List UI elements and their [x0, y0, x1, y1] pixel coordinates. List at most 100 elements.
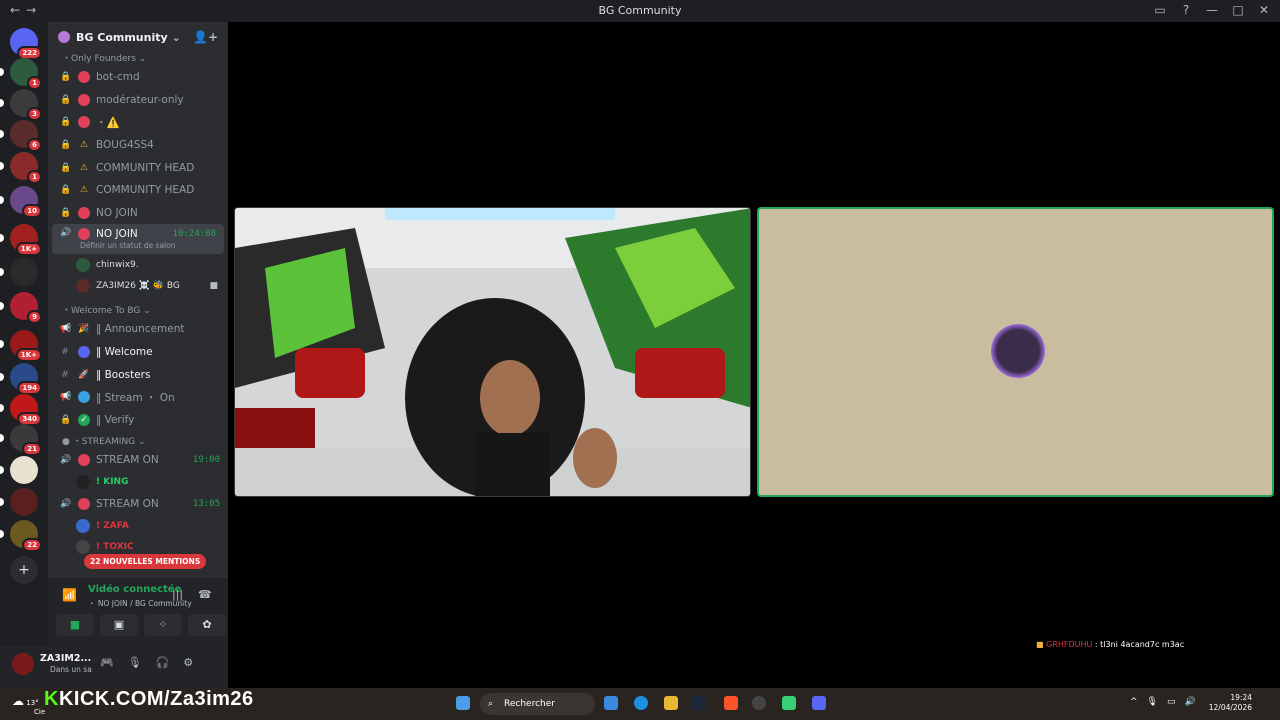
lock-icon: 🔒 — [60, 414, 72, 425]
channel-stream-on[interactable]: 📢 ‖ Stream ・ On — [48, 386, 228, 409]
megaphone-icon: 📢 — [60, 392, 72, 403]
home-button[interactable]: 222 — [10, 28, 42, 60]
unread-pill — [0, 530, 4, 538]
folder-icon[interactable] — [664, 696, 678, 710]
channel-community-head-2[interactable]: 🔒 ⚠ COMMUNITY HEAD — [48, 179, 228, 202]
category-streaming[interactable]: ● ・STREAMING ⌄ — [48, 435, 228, 449]
gamepad-icon[interactable]: 🎮 — [100, 656, 114, 669]
voice-user-chinwix[interactable]: chinwix9. — [48, 254, 228, 275]
voice-user-king[interactable]: ! KING — [48, 472, 228, 493]
channel-moderateur-only[interactable]: 🔒 modérateur-only — [48, 89, 228, 112]
clock[interactable]: 19:24 12/04/2026 — [1209, 693, 1252, 713]
stream-video-frame — [235, 208, 750, 496]
minimize-icon[interactable]: — — [1206, 3, 1218, 17]
voice-status[interactable]: Vidéo connectée — [88, 584, 181, 595]
disconnect-icon[interactable]: ☎ — [198, 588, 212, 601]
volume-icon[interactable]: 🔊 — [1185, 697, 1196, 707]
guild-header[interactable]: BG Community ⌄ 👤+ — [48, 22, 228, 52]
maximize-icon[interactable]: □ — [1232, 3, 1244, 17]
hash-icon: # — [61, 347, 69, 358]
unread-pill — [0, 268, 4, 276]
user-avatar[interactable] — [12, 653, 34, 675]
server-icon[interactable]: 194 — [0, 363, 42, 395]
steam-icon[interactable] — [692, 696, 706, 710]
channel-boug4ss4[interactable]: 🔒 ⚠ BOUG4SS4 — [48, 134, 228, 157]
video-tile-stream[interactable] — [234, 207, 751, 497]
activities-icon[interactable]: ⁘ — [144, 614, 182, 636]
server-icon[interactable]: 6 — [0, 120, 42, 152]
server-icon[interactable]: 9 — [0, 292, 42, 324]
channel-announcement[interactable]: 📢 🎉 ‖ Announcement — [48, 318, 228, 341]
server-icon[interactable] — [0, 456, 38, 484]
user-controls: 🎮 🎙 🎧 ⚙ — [100, 656, 193, 669]
channel-status-hint[interactable]: Définir un statut de salon — [80, 241, 175, 250]
xbox-icon[interactable] — [752, 696, 766, 710]
screen-share-icon[interactable]: ▣ — [100, 614, 138, 636]
weather-widget[interactable]: ☁ 13° Cie — [12, 694, 45, 716]
server-icon[interactable]: 3 — [0, 89, 42, 121]
display-icon[interactable]: ▭ — [1167, 697, 1176, 707]
check-icon: ✓ — [78, 413, 90, 426]
system-tray: ^ 🎙 ▭ 🔊 — [1130, 697, 1196, 707]
channel-verify[interactable]: 🔒 ✓ ‖ Verify — [48, 409, 228, 432]
voice-user-zafa[interactable]: ! ZAFA — [48, 515, 228, 536]
user-name[interactable]: ZA3IM2... — [40, 653, 91, 664]
server-icon[interactable]: 340 — [0, 394, 42, 426]
server-icon[interactable] — [0, 488, 38, 516]
channel-stream-on-1[interactable]: 🔊 STREAM ON 19:00 — [48, 449, 228, 472]
add-server-button[interactable]: + — [10, 556, 38, 584]
windows-start-icon[interactable] — [456, 696, 470, 710]
add-member-icon[interactable]: 👤+ — [193, 30, 218, 44]
new-mentions-pill[interactable]: 22 NOUVELLES MENTIONS — [84, 554, 207, 569]
no-entry-icon — [78, 71, 90, 84]
noise-suppression-icon[interactable]: ||| — [172, 588, 183, 601]
server-badge: 194 — [17, 381, 42, 395]
server-icon[interactable]: 1 — [0, 152, 42, 184]
server-icon[interactable]: 22 — [0, 520, 42, 552]
channel-bot-cmd[interactable]: 🔒 bot-cmd — [48, 66, 228, 89]
cloud-icon: ☁ — [12, 694, 24, 708]
taskbar-search[interactable]: ⌕ Rechercher — [480, 693, 595, 715]
close-icon[interactable]: ✕ — [1258, 3, 1270, 17]
soundboard-icon[interactable]: ✿ — [188, 614, 226, 636]
channel-stream-on-2[interactable]: 🔊 STREAM ON 13:05 — [48, 493, 228, 516]
no-entry-icon — [78, 93, 90, 106]
camera-icon[interactable]: ■ — [56, 614, 94, 636]
channel-no-join-active[interactable]: 🔊 NO JOIN 10:24:08 Définir un statut de s… — [52, 224, 224, 255]
video-tile-camera-off[interactable] — [757, 207, 1274, 497]
voice-user-za3im26[interactable]: ZA3IM26 ☠️ 🐝 BG ■ — [48, 275, 228, 296]
prohibited-icon — [78, 206, 90, 219]
server-icon[interactable]: 1 — [0, 58, 42, 90]
channel-welcome[interactable]: # ‖ Welcome — [48, 341, 228, 364]
edge-icon[interactable] — [634, 696, 648, 710]
gear-icon[interactable]: ⚙ — [183, 656, 193, 669]
headphones-icon[interactable]: 🎧 — [156, 656, 170, 669]
server-icon[interactable]: 1K+ — [0, 330, 42, 362]
microphone-icon[interactable]: 🎙 — [128, 656, 142, 669]
window-controls: ▭ ? — □ ✕ — [1154, 3, 1270, 17]
app-icon[interactable] — [782, 696, 796, 710]
chevron-up-icon[interactable]: ^ — [1130, 697, 1138, 707]
server-icon[interactable]: 10 — [0, 186, 42, 218]
channel-no-join[interactable]: 🔒 NO JOIN — [48, 202, 228, 225]
channel-community-head[interactable]: 🔒 ⚠ COMMUNITY HEAD — [48, 156, 228, 179]
server-icon[interactable]: 21 — [0, 424, 42, 456]
brave-icon[interactable] — [724, 696, 738, 710]
category-founders[interactable]: ・Only Founders ⌄ — [48, 52, 228, 66]
unread-pill — [0, 99, 4, 107]
help-icon[interactable]: ? — [1180, 3, 1192, 17]
video-stage: ■ GRHFDUHU : tl3ni 4acand7c m3ac — [228, 22, 1280, 688]
avatar — [76, 518, 90, 533]
server-badge: 21 — [22, 442, 42, 456]
server-icon[interactable] — [0, 258, 38, 286]
chat-username: GRHFDUHU — [1046, 640, 1093, 649]
channel-warning[interactable]: 🔒 ・⚠️ — [48, 111, 228, 134]
category-welcome[interactable]: ・Welcome To BG ⌄ — [48, 304, 228, 318]
microphone-icon[interactable]: 🎙 — [1147, 697, 1158, 707]
channel-timer: 13:05 — [192, 499, 220, 510]
app-icon[interactable] — [604, 696, 618, 710]
inbox-icon[interactable]: ▭ — [1154, 3, 1166, 17]
channel-boosters[interactable]: # 🚀 ‖ Boosters — [48, 363, 228, 386]
discord-icon[interactable] — [812, 696, 826, 710]
server-icon[interactable]: 1K+ — [0, 224, 42, 256]
